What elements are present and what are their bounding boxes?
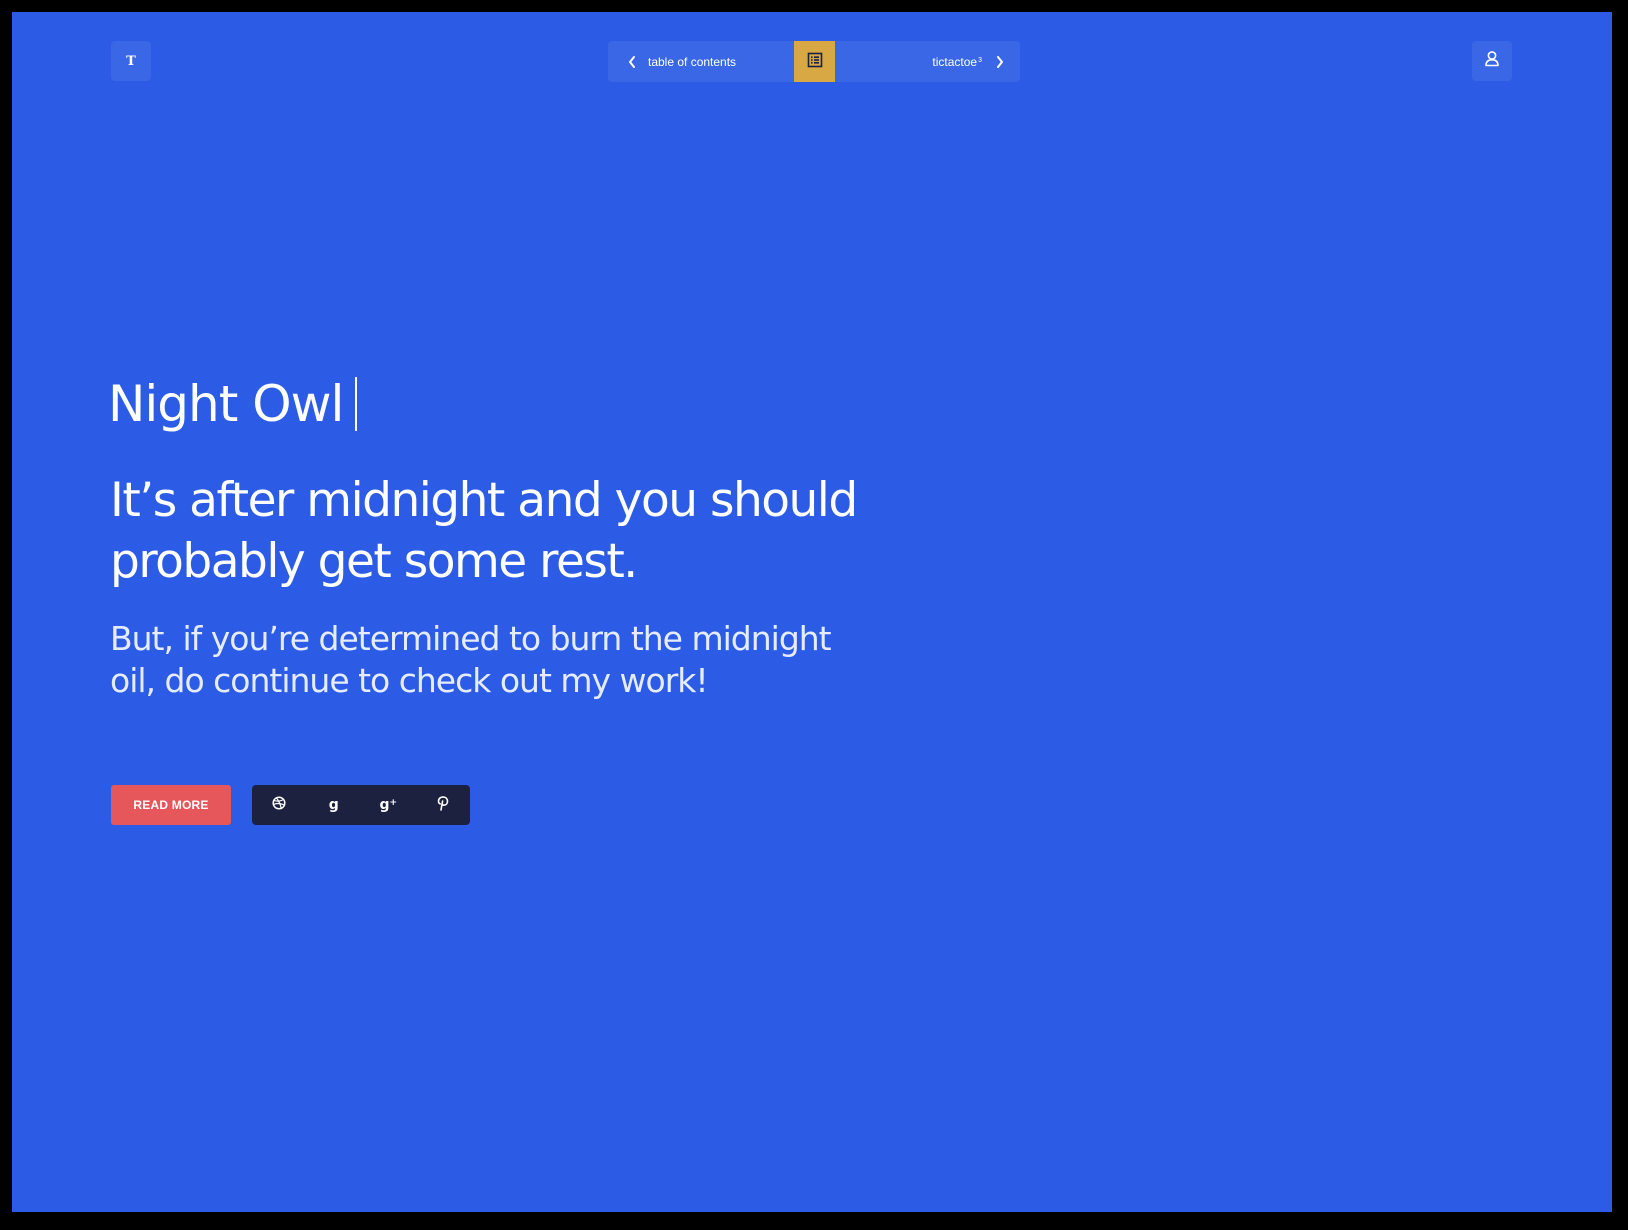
dribbble-link[interactable] <box>252 785 307 825</box>
gowalla-icon: g <box>328 797 339 813</box>
user-icon <box>1484 50 1500 72</box>
logo-letter: T <box>126 53 136 69</box>
page-title: Night Owl <box>108 374 358 434</box>
chevron-right-icon <box>996 55 1004 68</box>
logo-button[interactable]: T <box>111 41 151 81</box>
page-title-text: Night Owl <box>108 375 344 433</box>
table-of-contents-button[interactable] <box>794 41 835 82</box>
google-plus-link[interactable]: g+ <box>361 785 416 825</box>
page-frame: T table of contents tictactoe 3 Night Ow… <box>12 12 1612 1212</box>
read-more-button[interactable]: READ MORE <box>111 785 231 825</box>
prev-link[interactable]: table of contents <box>608 41 794 82</box>
next-label-superscript: 3 <box>978 57 982 64</box>
social-links: g g+ <box>252 785 470 825</box>
next-label: tictactoe <box>932 54 978 69</box>
top-navigation: table of contents tictactoe 3 <box>608 41 1020 82</box>
pinterest-link[interactable] <box>416 785 471 825</box>
next-link[interactable]: tictactoe 3 <box>835 41 1020 82</box>
list-icon <box>807 52 823 71</box>
pinterest-icon <box>437 795 449 815</box>
dribbble-icon <box>272 796 286 814</box>
prev-label: table of contents <box>648 54 737 69</box>
hero-headline: It’s after midnight and you should proba… <box>110 473 858 589</box>
hero-subtext: But, if you’re determined to burn the mi… <box>110 619 832 700</box>
google-plus-icon: g+ <box>379 797 398 813</box>
chevron-left-icon <box>628 55 636 68</box>
profile-button[interactable] <box>1472 41 1512 81</box>
text-cursor <box>355 377 358 431</box>
gowalla-link[interactable]: g <box>307 785 362 825</box>
